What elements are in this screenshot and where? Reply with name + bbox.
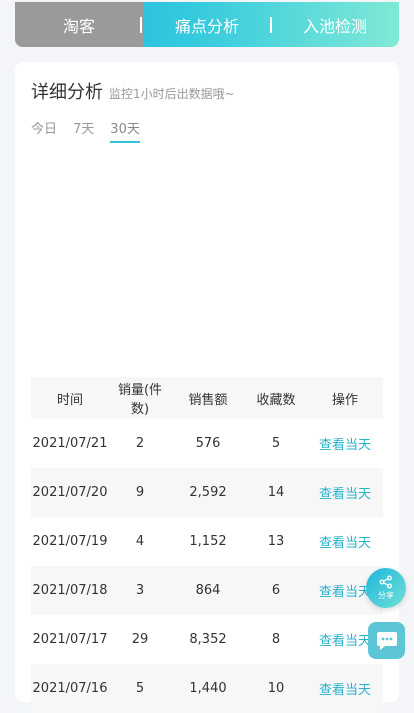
cell-revenue: 1,440 xyxy=(189,681,227,696)
table-header: 时间 销量(件数) 销售额 收藏数 操作 xyxy=(31,377,383,419)
cell-sales: 5 xyxy=(135,681,145,696)
cell-sales: 2 xyxy=(135,436,145,451)
tab-pool-check[interactable]: 入池检测 xyxy=(271,2,399,47)
table-row: 2021/07/19 4 1,152 13 查看当天 xyxy=(31,517,383,566)
table-row: 2021/07/17 29 8,352 8 查看当天 xyxy=(31,615,383,664)
cell-revenue: 2,592 xyxy=(189,485,227,500)
cell-date: 2021/07/21 xyxy=(32,436,108,451)
range-tab-30days[interactable]: 30天 xyxy=(110,118,140,143)
cell-sales: 29 xyxy=(131,632,149,647)
cell-revenue: 864 xyxy=(195,583,221,598)
cell-date: 2021/07/20 xyxy=(32,485,108,500)
tab-pain-point-analysis[interactable]: 痛点分析 xyxy=(143,2,271,47)
share-label: 分享 xyxy=(378,591,394,600)
cell-date: 2021/07/18 xyxy=(32,583,108,598)
cell-favorites: 10 xyxy=(267,681,285,696)
cell-revenue: 576 xyxy=(195,436,221,451)
header-action: 操作 xyxy=(331,392,358,408)
cell-sales: 9 xyxy=(135,485,145,500)
card-title: 详细分析 xyxy=(31,82,103,103)
view-day-link[interactable]: 查看当天 xyxy=(307,679,383,698)
range-tab-today[interactable]: 今日 xyxy=(31,118,57,143)
card-header: 详细分析 监控1小时后出数据哦~ xyxy=(31,78,235,104)
tab-pool-check-label: 入池检测 xyxy=(302,16,367,36)
card-subtitle: 监控1小时后出数据哦~ xyxy=(109,87,235,101)
data-table: 时间 销量(件数) 销售额 收藏数 操作 2021/07/21 2 576 5 … xyxy=(31,377,383,713)
detail-analysis-card: 详细分析 监控1小时后出数据哦~ 今日 7天 30天 时间 销量(件数) 销售额… xyxy=(15,62,399,713)
header-revenue: 销售额 xyxy=(188,392,228,408)
tab-pain-point-label: 痛点分析 xyxy=(174,16,239,36)
header-date: 时间 xyxy=(56,392,83,408)
cell-date: 2021/07/17 xyxy=(32,632,108,647)
tab-taoke[interactable]: 淘客 xyxy=(15,2,143,47)
cell-favorites: 14 xyxy=(267,485,285,500)
table-row: 2021/07/21 2 576 5 查看当天 xyxy=(31,419,383,468)
header-favorites: 收藏数 xyxy=(256,392,296,408)
header-sales: 销量(件数) xyxy=(117,383,163,417)
range-tab-7days[interactable]: 7天 xyxy=(73,118,94,143)
table-row: 2021/07/20 9 2,592 14 查看当天 xyxy=(31,468,383,517)
table-row: 2021/07/18 3 864 6 查看当天 xyxy=(31,566,383,615)
tab-separator xyxy=(140,17,142,33)
chat-button[interactable] xyxy=(368,622,405,659)
cell-favorites: 5 xyxy=(271,436,281,451)
cell-sales: 3 xyxy=(135,583,145,598)
cell-date: 2021/07/19 xyxy=(32,534,108,549)
view-day-link[interactable]: 查看当天 xyxy=(307,434,383,453)
cell-revenue: 8,352 xyxy=(189,632,227,647)
share-icon xyxy=(379,575,392,589)
cell-revenue: 1,152 xyxy=(189,534,227,549)
view-day-link[interactable]: 查看当天 xyxy=(307,483,383,502)
top-tab-bar: 淘客 痛点分析 入池检测 xyxy=(15,2,399,47)
cell-favorites: 6 xyxy=(271,583,281,598)
cell-date: 2021/07/16 xyxy=(32,681,108,696)
view-day-link[interactable]: 查看当天 xyxy=(307,532,383,551)
range-tabs: 今日 7天 30天 xyxy=(31,118,156,143)
chat-icon xyxy=(376,631,397,650)
share-button[interactable]: 分享 xyxy=(366,568,406,608)
table-row: 2021/07/16 5 1,440 10 查看当天 xyxy=(31,664,383,713)
cell-favorites: 8 xyxy=(271,632,281,647)
tab-taoke-label: 淘客 xyxy=(62,16,95,36)
cell-favorites: 13 xyxy=(267,534,285,549)
cell-sales: 4 xyxy=(135,534,145,549)
